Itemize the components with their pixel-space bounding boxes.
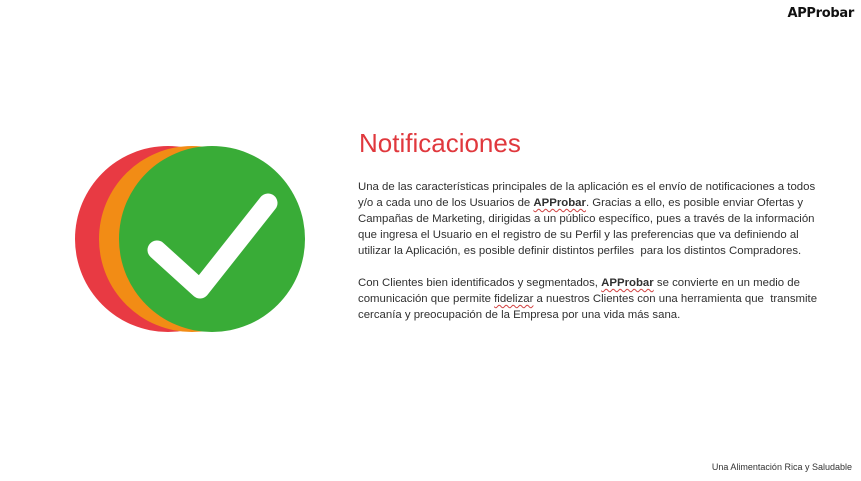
app-logo: APProbar xyxy=(787,6,854,21)
notification-graphic xyxy=(75,145,310,335)
paragraph-2: Con Clientes bien identificados y segmen… xyxy=(358,275,820,323)
green-circle xyxy=(119,146,305,332)
paragraph-1: Una de las características principales d… xyxy=(358,179,820,259)
description: Una de las características principales d… xyxy=(358,179,820,339)
brand-mention: APProbar xyxy=(601,277,654,289)
stacked-circles-check-icon xyxy=(75,146,305,332)
footer-tagline: Una Alimentación Rica y Saludable xyxy=(711,462,852,472)
spellcheck-word: fidelizar xyxy=(494,293,534,305)
paragraph-2-text-a: Con Clientes bien identificados y segmen… xyxy=(358,277,602,289)
brand-mention: APProbar xyxy=(533,197,586,209)
page-title: Notificaciones xyxy=(359,128,521,158)
